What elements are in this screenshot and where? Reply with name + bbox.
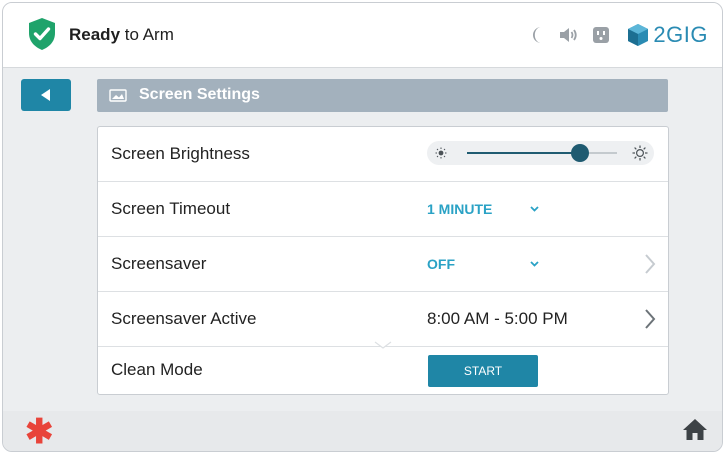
back-arrow-icon (41, 89, 50, 101)
shield-check-icon[interactable] (27, 17, 57, 51)
timeout-dropdown[interactable]: 1 MINUTE (427, 201, 492, 217)
screen-icon (109, 89, 127, 102)
row-screensaver-active[interactable]: Screensaver Active 8:00 AM - 5:00 PM (98, 292, 668, 347)
scroll-hint-icon (374, 341, 392, 349)
brand-text: 2GIG (653, 22, 708, 47)
page-title-bar: Screen Settings (97, 79, 668, 112)
timeout-label: Screen Timeout (111, 199, 231, 218)
2gig-logo-icon (628, 24, 649, 46)
screensaver-dropdown[interactable]: OFF (427, 256, 455, 272)
page-title: Screen Settings (139, 86, 260, 103)
row-clean-mode: Clean Mode START (98, 341, 668, 394)
chevron-right-icon[interactable] (644, 308, 656, 330)
brand-logo: 2GIG (627, 20, 708, 50)
screensaver-active-value: 8:00 AM - 5:00 PM (427, 309, 568, 328)
chevron-right-icon[interactable] (644, 253, 656, 275)
screensaver-active-label: Screensaver Active (111, 309, 257, 328)
home-icon[interactable] (682, 417, 708, 441)
moon-icon[interactable] (528, 25, 548, 45)
back-button[interactable] (21, 79, 71, 111)
arm-status-text[interactable]: Ready to Arm (69, 25, 174, 45)
chevron-down-icon[interactable] (530, 261, 539, 267)
settings-panel: Screen Brightness Screen Timeout 1 MINUT… (97, 126, 669, 395)
sun-small-icon (435, 147, 447, 159)
clean-mode-label: Clean Mode (111, 360, 203, 379)
row-screensaver[interactable]: Screensaver OFF (98, 237, 668, 292)
outlet-icon[interactable] (591, 25, 611, 45)
chevron-down-icon[interactable] (530, 206, 539, 212)
asterisk-icon[interactable]: ✱ (25, 415, 54, 449)
slider-thumb[interactable] (570, 144, 589, 162)
brightness-slider[interactable] (427, 141, 654, 165)
status-bold: Ready (69, 25, 121, 44)
screensaver-label: Screensaver (111, 254, 207, 273)
status-header: Ready to Arm 2GIG (3, 3, 722, 68)
sun-large-icon (632, 145, 648, 161)
brightness-label: Screen Brightness (111, 144, 250, 163)
footer-bar: ✱ (3, 411, 722, 451)
status-rest: to Arm (120, 25, 174, 44)
device-screen: Ready to Arm 2GIG Screen Settings Screen… (2, 2, 723, 452)
slider-fill (467, 152, 580, 154)
start-clean-mode-button[interactable]: START (428, 355, 538, 387)
row-screen-brightness: Screen Brightness (98, 127, 668, 182)
row-screen-timeout[interactable]: Screen Timeout 1 MINUTE (98, 182, 668, 237)
speaker-icon[interactable] (558, 25, 578, 45)
